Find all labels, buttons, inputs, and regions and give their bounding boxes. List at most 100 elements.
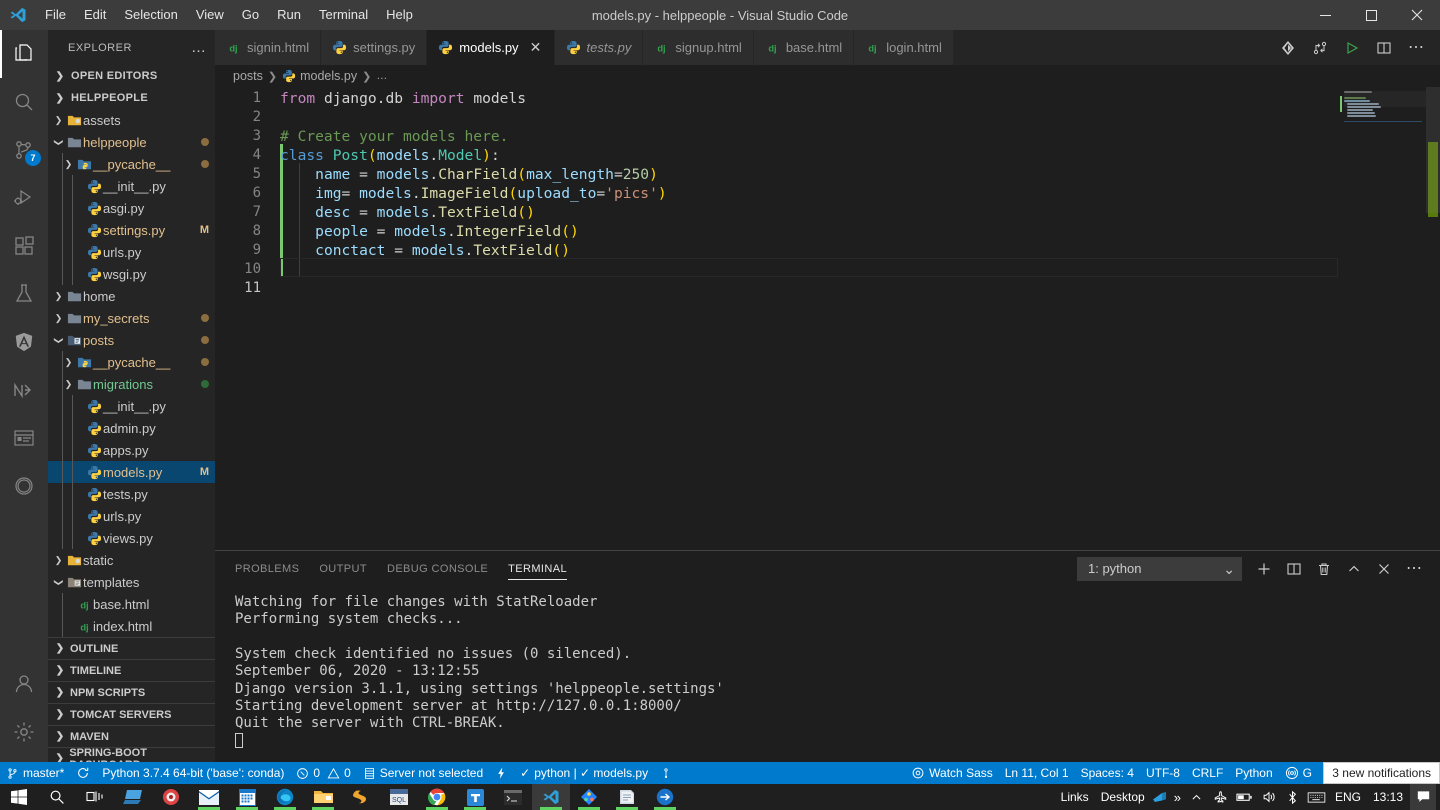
network-icon[interactable] — [1210, 784, 1232, 810]
activity-accounts[interactable] — [0, 660, 48, 708]
menu-edit[interactable]: Edit — [75, 0, 115, 30]
tree-item-posts[interactable]: ❯ posts — [48, 329, 215, 351]
menu-bar[interactable]: File Edit Selection View Go Run Terminal Help — [36, 0, 422, 30]
status-encoding[interactable]: UTF-8 — [1140, 762, 1186, 784]
activity-circle-tool[interactable] — [0, 462, 48, 510]
status-gitlens[interactable] — [654, 762, 678, 784]
status-indentation[interactable]: Spaces: 4 — [1075, 762, 1140, 784]
taskbar-app-edge[interactable] — [266, 784, 304, 810]
editor-tab-settings-py[interactable]: settings.py — [321, 30, 428, 65]
taskbar-app-sublime-text[interactable] — [342, 784, 380, 810]
new-terminal-icon[interactable] — [1250, 555, 1278, 583]
task-view-icon[interactable] — [76, 784, 114, 810]
taskbar-app-cmd[interactable] — [494, 784, 532, 810]
editor-scroll-thumb[interactable] — [1426, 87, 1440, 213]
activity-browser-preview[interactable] — [0, 414, 48, 462]
tree-item-pycache[interactable]: ❯ __pycache__ — [48, 153, 215, 175]
editor-tab-tests-py[interactable]: tests.py — [554, 30, 644, 65]
breadcrumb-symbols[interactable]: … — [376, 70, 387, 82]
status-watch-sass[interactable]: Watch Sass — [905, 762, 999, 784]
editor-tab-signup-html[interactable]: dj signup.html — [643, 30, 754, 65]
split-terminal-icon[interactable] — [1280, 555, 1308, 583]
explorer-more-icon[interactable]: … — [191, 39, 207, 56]
tree-item-migrations[interactable]: ❯ migrations — [48, 373, 215, 395]
taskbar-app-vscode[interactable] — [532, 784, 570, 810]
tree-item-pycache[interactable]: ❯ __pycache__ — [48, 351, 215, 373]
editor-tab-login-html[interactable]: dj login.html — [854, 30, 954, 65]
sidebar-panel-npm-scripts[interactable]: ❯ NPM SCRIPTS — [48, 681, 215, 703]
activity-settings-gear[interactable] — [0, 708, 48, 756]
activity-search[interactable] — [0, 78, 48, 126]
maximize-button[interactable] — [1348, 0, 1394, 30]
activity-testing[interactable] — [0, 270, 48, 318]
editor-tab-signin-html[interactable]: dj signin.html — [215, 30, 322, 65]
editor-tab-base-html[interactable]: dj base.html — [753, 30, 855, 65]
status-sync[interactable] — [70, 762, 96, 784]
taskbar-app-chrome[interactable] — [418, 784, 456, 810]
tree-item-asgi-py[interactable]: asgi.py — [48, 197, 215, 219]
keyboard-icon[interactable] — [1306, 784, 1328, 810]
taskbar-app-sql[interactable]: SQL — [380, 784, 418, 810]
status-eol[interactable]: CRLF — [1186, 762, 1229, 784]
tree-item-admin-py[interactable]: admin.py — [48, 417, 215, 439]
taskbar-app-sublime[interactable] — [114, 784, 152, 810]
panel-tab-debug-console[interactable]: DEBUG CONSOLE — [387, 551, 488, 586]
tree-item-my-secrets[interactable]: ❯ my_secrets — [48, 307, 215, 329]
taskbar-app-mail[interactable] — [190, 784, 228, 810]
tree-item-models-py[interactable]: models.py M — [48, 461, 215, 483]
breadcrumb-folder[interactable]: posts — [233, 69, 263, 83]
status-problems[interactable]: 0 0 — [290, 762, 356, 784]
tree-item-urls-py[interactable]: urls.py — [48, 241, 215, 263]
menu-go[interactable]: Go — [233, 0, 268, 30]
tree-item-wsgi-py[interactable]: wsgi.py — [48, 263, 215, 285]
tree-item-index-html[interactable]: dj index.html — [48, 615, 215, 637]
activity-explorer[interactable] — [0, 30, 48, 78]
panel-tab-terminal[interactable]: TERMINAL — [508, 551, 567, 586]
menu-help[interactable]: Help — [377, 0, 422, 30]
battery-icon[interactable] — [1234, 784, 1256, 810]
start-button[interactable] — [0, 784, 38, 810]
status-cursor-position[interactable]: Ln 11, Col 1 — [999, 762, 1075, 784]
taskbar-app-file-explorer[interactable] — [304, 784, 342, 810]
status-tomcat-server[interactable]: Server not selected — [357, 762, 489, 784]
taskbar-app-media[interactable] — [152, 784, 190, 810]
taskbar-search-icon[interactable] — [38, 784, 76, 810]
action-center-icon[interactable] — [1410, 784, 1436, 810]
code-editor[interactable]: 1 from django.db import models 2 3 # Create … — [215, 87, 1440, 550]
source-control-graph-icon[interactable] — [1274, 30, 1302, 65]
panel-more-icon[interactable]: ⋯ — [1400, 555, 1428, 583]
activity-nx[interactable] — [0, 366, 48, 414]
status-python-tests[interactable]: ✓ python | ✓ models.py — [514, 762, 654, 784]
split-editor-icon[interactable] — [1370, 30, 1398, 65]
tree-item-init-py[interactable]: __init__.py — [48, 175, 215, 197]
activity-extensions[interactable] — [0, 222, 48, 270]
editor-scrollbar[interactable] — [1426, 87, 1440, 550]
panel-tab-problems[interactable]: PROBLEMS — [235, 551, 299, 586]
maximize-panel-icon[interactable] — [1340, 555, 1368, 583]
activity-angular[interactable] — [0, 318, 48, 366]
sidebar-panel-outline[interactable]: ❯ OUTLINE — [48, 637, 215, 659]
taskbar-overflow-icon[interactable]: » — [1171, 790, 1184, 805]
taskbar-language[interactable]: ENG — [1330, 790, 1366, 804]
tree-item-settings-py[interactable]: settings.py M — [48, 219, 215, 241]
run-python-file-icon[interactable] — [1338, 30, 1366, 65]
tree-item-views-py[interactable]: views.py — [48, 527, 215, 549]
status-python-interpreter[interactable]: Python 3.7.4 64-bit ('base': conda) — [96, 762, 290, 784]
status-branch[interactable]: master* — [0, 762, 70, 784]
tree-item-base-html[interactable]: dj base.html — [48, 593, 215, 615]
close-button[interactable] — [1394, 0, 1440, 30]
taskbar-links-label[interactable]: Links — [1056, 790, 1094, 804]
tree-item-tests-py[interactable]: tests.py — [48, 483, 215, 505]
taskbar-app-notepad[interactable] — [608, 784, 646, 810]
terminal-output[interactable]: Watching for file changes with StatReloa… — [215, 586, 1440, 750]
menu-run[interactable]: Run — [268, 0, 310, 30]
panel-tab-output[interactable]: OUTPUT — [319, 551, 367, 586]
menu-view[interactable]: View — [187, 0, 233, 30]
show-hidden-icons[interactable] — [1186, 784, 1208, 810]
volume-icon[interactable] — [1258, 784, 1280, 810]
taskbar-app-calendar[interactable] — [228, 784, 266, 810]
close-panel-icon[interactable] — [1370, 555, 1398, 583]
sidebar-panel-timeline[interactable]: ❯ TIMELINE — [48, 659, 215, 681]
tree-item-home[interactable]: ❯ home — [48, 285, 215, 307]
section-open-editors[interactable]: ❯ OPEN EDITORS — [48, 65, 215, 87]
